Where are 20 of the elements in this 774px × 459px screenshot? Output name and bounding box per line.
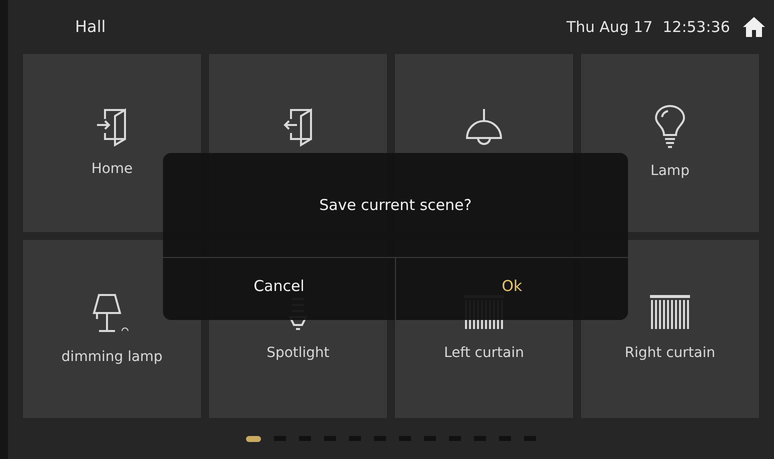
room-title: Hall — [75, 16, 106, 38]
tile-label: Left curtain — [444, 344, 524, 362]
door-exit-icon — [281, 107, 315, 147]
page-indicator[interactable] — [246, 436, 261, 442]
light-bulb-icon — [654, 104, 686, 148]
tile-label: Right curtain — [624, 344, 716, 362]
pendant-lamp-icon — [464, 107, 504, 147]
tile-label: dimming lamp — [61, 348, 163, 366]
date-text: Thu Aug 17 — [566, 16, 653, 38]
ok-button[interactable]: Ok — [395, 258, 628, 320]
tile-label: Lamp — [650, 162, 690, 180]
dialog-message: Save current scene? — [319, 194, 472, 216]
curtain-icon — [650, 294, 690, 330]
scene-tile[interactable]: dimming lamp — [23, 240, 201, 418]
tile-label: Spotlight — [266, 344, 330, 362]
tile-label: Home — [91, 160, 133, 178]
time-text: 12:53:36 — [662, 16, 730, 38]
home-icon[interactable] — [742, 16, 766, 38]
scene-tile[interactable]: Home — [23, 54, 201, 232]
door-enter-icon — [95, 106, 129, 146]
